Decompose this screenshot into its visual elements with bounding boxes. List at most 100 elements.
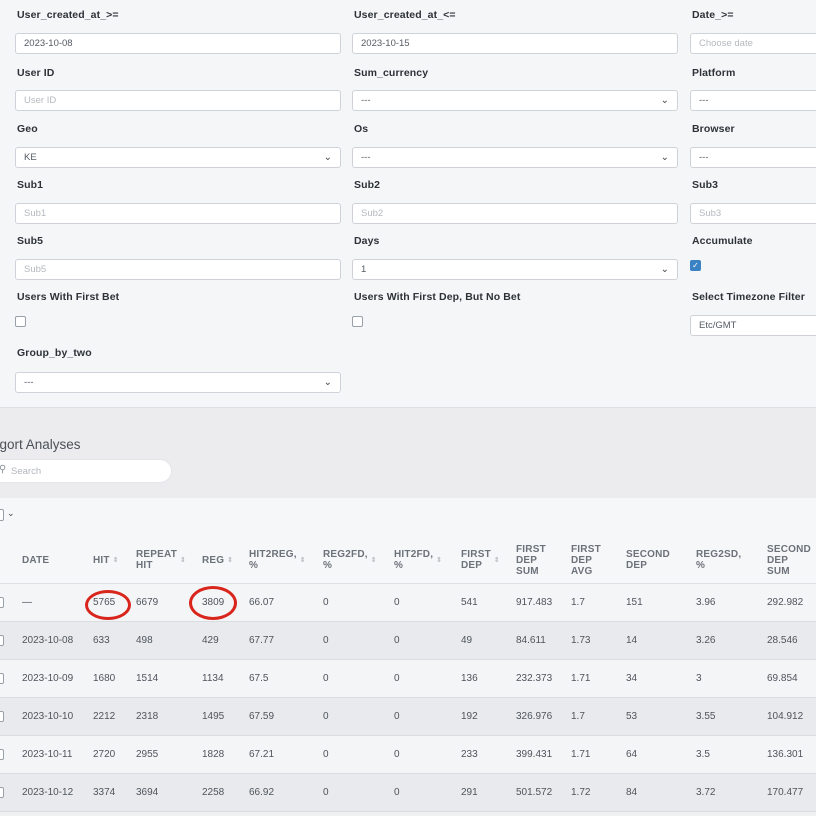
column-header-text: REG bbox=[202, 554, 225, 566]
table-cell: 498 bbox=[136, 635, 153, 646]
accumulate-label: Accumulate bbox=[692, 235, 753, 247]
table-cell: 136 bbox=[461, 673, 478, 684]
table-cell: 49 bbox=[461, 635, 473, 646]
row-checkbox[interactable] bbox=[0, 635, 4, 646]
users-first-bet-checkbox[interactable] bbox=[15, 316, 26, 327]
table-cell: 232.373 bbox=[516, 673, 553, 684]
user-created-to-input[interactable]: 2023-10-15 bbox=[352, 33, 678, 54]
column-header-6[interactable]: HIT2FD,% ⇕ bbox=[394, 536, 442, 584]
table-cell: 0 bbox=[394, 711, 400, 722]
column-header-4[interactable]: HIT2REG,% ⇕ bbox=[249, 536, 306, 584]
select-all-checkbox[interactable] bbox=[0, 509, 4, 521]
table-cell: 2212 bbox=[93, 711, 116, 722]
chevron-down-icon: ⌄ bbox=[7, 508, 15, 518]
table-cell: 69.854 bbox=[767, 673, 798, 684]
row-checkbox[interactable] bbox=[0, 597, 4, 608]
group-by-two-select[interactable]: --- ⌄ bbox=[15, 372, 341, 393]
table-row[interactable]: 2023-10-08 633 498 429 67.77 0 0 49 84.611 1.73 14… bbox=[0, 622, 816, 660]
table-cell: 67.59 bbox=[249, 711, 275, 722]
users-first-dep-no-bet-label: Users With First Dep, But No Bet bbox=[354, 291, 521, 303]
sort-icon[interactable]: ⇕ bbox=[300, 555, 306, 566]
column-header-7[interactable]: FIRST DEP ⇕ bbox=[461, 536, 500, 584]
column-header-label: FIRST DEP AVG bbox=[571, 544, 601, 577]
table-cell: 104.912 bbox=[767, 711, 804, 722]
column-header-text: % bbox=[249, 560, 259, 571]
sub5-input[interactable]: Sub5 bbox=[15, 259, 341, 280]
table-cell: 633 bbox=[93, 635, 110, 646]
user-id-input[interactable]: User ID bbox=[15, 90, 341, 111]
sub1-input[interactable]: Sub1 bbox=[15, 203, 341, 224]
group-by-two-value: --- bbox=[24, 377, 34, 388]
column-header-label: REG2FD,% bbox=[323, 549, 368, 571]
date-from-input[interactable]: Choose date bbox=[690, 33, 816, 54]
browser-value: --- bbox=[699, 152, 709, 163]
column-header-text: DEP bbox=[767, 554, 789, 566]
table-cell: 0 bbox=[323, 635, 329, 646]
row-checkbox[interactable] bbox=[0, 673, 4, 684]
column-header-text: FIRST bbox=[516, 543, 546, 555]
sort-icon[interactable]: ⇕ bbox=[180, 555, 186, 566]
column-header-2[interactable]: REPEAT HIT ⇕ bbox=[136, 536, 186, 584]
browser-select[interactable]: --- bbox=[690, 147, 816, 168]
table-cell: 2023-10-11 bbox=[22, 749, 73, 760]
table-row[interactable]: 2023-10-10 2212 2318 1495 67.59 0 0 192 326.976 1… bbox=[0, 698, 816, 736]
table-cell: — bbox=[22, 597, 32, 608]
table-cell: 0 bbox=[394, 787, 400, 798]
table-row[interactable]: 2023-10-12 3374 3694 2258 66.92 0 0 291 501.572 1… bbox=[0, 774, 816, 812]
row-checkbox[interactable] bbox=[0, 787, 4, 798]
table-cell: 3.26 bbox=[696, 635, 716, 646]
row-checkbox[interactable] bbox=[0, 749, 4, 760]
table-cell: 28.546 bbox=[767, 635, 798, 646]
platform-select[interactable]: --- bbox=[690, 90, 816, 111]
column-header-text: % bbox=[696, 560, 706, 571]
section-title: agort Analyses bbox=[0, 437, 81, 452]
geo-select[interactable]: KE ⌄ bbox=[15, 147, 341, 168]
days-select[interactable]: 1 ⌄ bbox=[352, 259, 678, 280]
table-cell: 2023-10-12 bbox=[22, 787, 74, 798]
table-cell: 3.72 bbox=[696, 787, 716, 798]
column-header-1[interactable]: HIT ⇕ bbox=[93, 536, 119, 584]
table-cell: 2720 bbox=[93, 749, 116, 760]
column-header-5[interactable]: REG2FD,% ⇕ bbox=[323, 536, 377, 584]
table-cell: 3.55 bbox=[696, 711, 716, 722]
users-first-dep-no-bet-checkbox[interactable] bbox=[352, 316, 363, 327]
sort-icon[interactable]: ⇕ bbox=[371, 555, 377, 566]
sort-icon[interactable]: ⇕ bbox=[113, 555, 119, 566]
sort-icon[interactable]: ⇕ bbox=[436, 555, 442, 566]
row-checkbox[interactable] bbox=[0, 711, 4, 722]
table-cell: 399.431 bbox=[516, 749, 553, 760]
sort-icon[interactable]: ⇕ bbox=[227, 555, 233, 566]
analyses-table: DATE HIT ⇕ REPEAT HIT ⇕ REG ⇕ HIT2REG,% ⇕ REG2FD,%… bbox=[0, 536, 816, 816]
platform-value: --- bbox=[699, 95, 709, 106]
table-cell: 1.7 bbox=[571, 711, 585, 722]
highlight-circle-annotation bbox=[189, 586, 237, 620]
table-cell: 0 bbox=[323, 673, 329, 684]
column-header-text: AVG bbox=[571, 565, 593, 577]
search-input[interactable] bbox=[11, 460, 161, 482]
table-cell: 34 bbox=[626, 673, 638, 684]
select-all-dropdown[interactable]: ⌄ bbox=[0, 508, 16, 523]
accumulate-checkbox[interactable]: ✓ bbox=[690, 260, 701, 271]
sub3-input[interactable]: Sub3 bbox=[690, 203, 816, 224]
table-row[interactable]: 2023-10-09 1680 1514 1134 67.5 0 0 136 232.373 1.… bbox=[0, 660, 816, 698]
table-row[interactable]: 2023-10-11 2720 2955 1828 67.21 0 0 233 399.431 1… bbox=[0, 736, 816, 774]
search-icon: ⚲ bbox=[0, 464, 7, 475]
sum-currency-label: Sum_currency bbox=[354, 67, 429, 79]
platform-label: Platform bbox=[692, 67, 736, 79]
user-created-from-input[interactable]: 2023-10-08 bbox=[15, 33, 341, 54]
table-cell: 2023-10-08 bbox=[22, 635, 74, 646]
table-cell: 0 bbox=[323, 787, 329, 798]
sum-currency-select[interactable]: --- ⌄ bbox=[352, 90, 678, 111]
column-header-label: FIRST DEP bbox=[461, 549, 491, 571]
column-header-label: DATE bbox=[22, 555, 49, 566]
search-box[interactable]: ⚲ bbox=[0, 459, 172, 483]
table-cell: 2258 bbox=[202, 787, 225, 798]
os-select[interactable]: --- ⌄ bbox=[352, 147, 678, 168]
sub2-input[interactable]: Sub2 bbox=[352, 203, 678, 224]
table-cell: 0 bbox=[394, 635, 400, 646]
sort-icon[interactable]: ⇕ bbox=[494, 555, 500, 566]
column-header-3[interactable]: REG ⇕ bbox=[202, 536, 233, 584]
table-cell: 67.77 bbox=[249, 635, 275, 646]
timezone-input[interactable]: Etc/GMT bbox=[690, 315, 816, 336]
column-header-11: REG2SD,% bbox=[696, 536, 741, 584]
